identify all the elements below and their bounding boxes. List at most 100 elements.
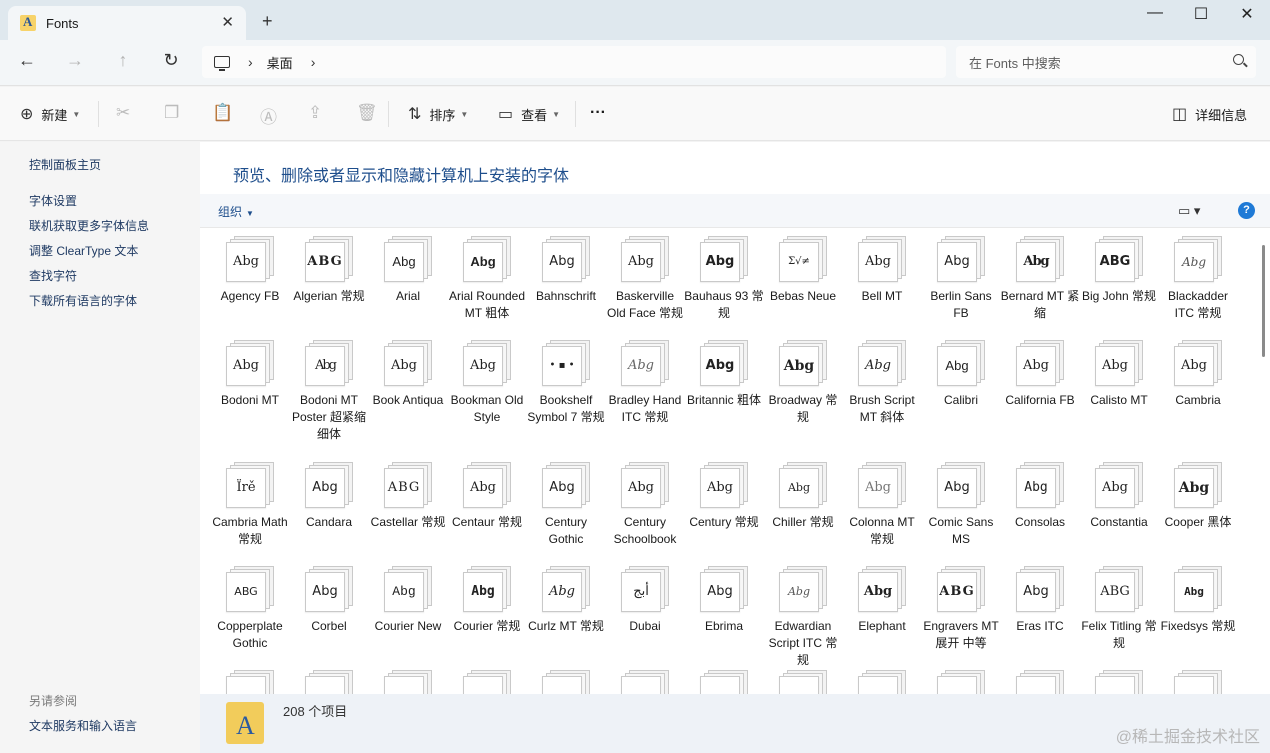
cut-icon[interactable]: ✂ xyxy=(116,103,130,123)
font-item[interactable] xyxy=(289,670,369,694)
font-item[interactable]: Abg Bodoni MT xyxy=(210,340,290,409)
font-item[interactable]: Abg Cooper 黑体 xyxy=(1158,462,1238,531)
font-item[interactable]: Abg Calibri xyxy=(921,340,1001,409)
breadcrumb-separator[interactable]: › xyxy=(248,54,253,70)
change-view-icon[interactable]: ▭ ▾ xyxy=(1178,203,1200,219)
font-item[interactable]: Abg Arial Rounded MT 粗体 xyxy=(447,236,527,322)
font-item[interactable]: Abg Constantia xyxy=(1079,462,1159,531)
share-icon[interactable]: ⇪ xyxy=(308,103,322,123)
font-item[interactable] xyxy=(842,670,922,694)
organize-button[interactable]: 组织 ▼ xyxy=(218,203,254,220)
maximize-button[interactable]: ☐ xyxy=(1178,4,1224,24)
delete-icon[interactable]: 🗑 xyxy=(356,103,378,123)
details-button[interactable]: ◫ 详细信息 xyxy=(1172,104,1247,124)
font-item[interactable]: Abg Bauhaus 93 常规 xyxy=(684,236,764,322)
font-item[interactable] xyxy=(1000,670,1080,694)
font-item[interactable] xyxy=(684,670,764,694)
font-item[interactable]: Abg California FB xyxy=(1000,340,1080,409)
font-item[interactable]: Abg Corbel xyxy=(289,566,369,635)
new-button[interactable]: ⊕ 新建 ▼ xyxy=(20,104,80,124)
font-item[interactable]: Abg Bahnschrift xyxy=(526,236,606,305)
forward-button[interactable]: → xyxy=(63,50,87,71)
font-item[interactable]: Abg Centaur 常规 xyxy=(447,462,527,531)
font-item[interactable] xyxy=(447,670,527,694)
font-item[interactable]: Abg Agency FB xyxy=(210,236,290,305)
sidebar-item-find-character[interactable]: 查找字符 xyxy=(29,267,77,284)
font-item[interactable]: أبج Dubai xyxy=(605,566,685,635)
font-item[interactable]: Abg Ebrima xyxy=(684,566,764,635)
font-item[interactable] xyxy=(921,670,1001,694)
font-item[interactable]: ABG Algerian 常规 xyxy=(289,236,369,305)
font-item[interactable]: ABG Felix Titling 常规 xyxy=(1079,566,1159,652)
font-item[interactable]: Abg Calisto MT xyxy=(1079,340,1159,409)
font-item[interactable]: Abg Bookman Old Style xyxy=(447,340,527,426)
sidebar-item-cleartype[interactable]: 调整 ClearType 文本 xyxy=(29,242,138,259)
font-item[interactable]: ABG Castellar 常规 xyxy=(368,462,448,531)
font-item[interactable]: Abg Cambria xyxy=(1158,340,1238,409)
more-options-button[interactable]: ··· xyxy=(590,104,606,122)
breadcrumb-desktop[interactable]: 桌面 xyxy=(267,53,293,72)
font-item[interactable]: Abg Edwardian Script ITC 常规 xyxy=(763,566,843,669)
font-item[interactable]: Abg Fixedsys 常规 xyxy=(1158,566,1238,635)
font-item[interactable] xyxy=(210,670,290,694)
font-item[interactable] xyxy=(763,670,843,694)
font-item[interactable]: ABG Copperplate Gothic xyxy=(210,566,290,652)
sidebar-item-download-fonts[interactable]: 下载所有语言的字体 xyxy=(29,292,137,309)
sidebar-item-font-settings[interactable]: 字体设置 xyxy=(29,192,77,209)
font-item[interactable]: Abg Broadway 常规 xyxy=(763,340,843,426)
font-item[interactable]: Abg Blackadder ITC 常规 xyxy=(1158,236,1238,322)
font-item[interactable]: Abg Curlz MT 常规 xyxy=(526,566,606,635)
font-item[interactable]: Abg Elephant xyxy=(842,566,922,635)
sidebar-item-text-services[interactable]: 文本服务和输入语言 xyxy=(29,717,137,734)
sidebar-item-online-fonts[interactable]: 联机获取更多字体信息 xyxy=(29,217,149,234)
copy-icon[interactable]: ❐ xyxy=(164,103,179,123)
font-item[interactable]: Abg Century Schoolbook xyxy=(605,462,685,548)
font-item[interactable]: ABG Engravers MT 展开 中等 xyxy=(921,566,1001,652)
font-item[interactable]: Abg Century Gothic xyxy=(526,462,606,548)
up-button[interactable]: ↑ xyxy=(111,50,135,71)
vertical-scrollbar[interactable] xyxy=(1262,245,1265,357)
font-item[interactable]: Abg Bernard MT 紧缩 xyxy=(1000,236,1080,322)
font-item[interactable]: Abg Courier 常规 xyxy=(447,566,527,635)
font-item[interactable] xyxy=(1158,670,1238,694)
search-icon[interactable] xyxy=(1233,54,1244,65)
breadcrumb-separator[interactable]: › xyxy=(311,54,316,70)
close-button[interactable]: ✕ xyxy=(1224,4,1270,24)
font-item[interactable]: Ïrě Cambria Math 常规 xyxy=(210,462,290,548)
font-item[interactable]: Abg Century 常规 xyxy=(684,462,764,531)
font-item[interactable]: Abg Britannic 粗体 xyxy=(684,340,764,409)
font-item[interactable]: Abg Brush Script MT 斜体 xyxy=(842,340,922,426)
font-item[interactable]: • ▪ • Bookshelf Symbol 7 常规 xyxy=(526,340,606,426)
font-item[interactable]: Abg Consolas xyxy=(1000,462,1080,531)
font-item[interactable]: Abg Book Antiqua xyxy=(368,340,448,409)
rename-icon[interactable]: Ⓐ xyxy=(260,103,277,128)
font-item[interactable] xyxy=(605,670,685,694)
address-bar[interactable]: › 桌面 › xyxy=(202,46,946,78)
font-item[interactable]: Abg Chiller 常规 xyxy=(763,462,843,531)
font-item[interactable]: Abg Baskerville Old Face 常规 xyxy=(605,236,685,322)
font-item[interactable] xyxy=(1079,670,1159,694)
font-item[interactable]: Abg Arial xyxy=(368,236,448,305)
computer-icon[interactable] xyxy=(214,56,230,71)
font-item[interactable]: Abg Berlin Sans FB xyxy=(921,236,1001,322)
font-item[interactable]: Abg Candara xyxy=(289,462,369,531)
back-button[interactable]: ← xyxy=(15,50,39,71)
font-item[interactable]: Abg Colonna MT 常规 xyxy=(842,462,922,548)
sidebar-item-home[interactable]: 控制面板主页 xyxy=(29,156,101,173)
font-item[interactable]: Abg Courier New xyxy=(368,566,448,635)
tab-close-icon[interactable]: ✕ xyxy=(221,13,234,31)
tab-fonts[interactable]: A Fonts ✕ xyxy=(8,6,246,40)
font-item[interactable] xyxy=(368,670,448,694)
sort-button[interactable]: ⇅ 排序 ▼ xyxy=(408,104,468,124)
font-item[interactable]: Σ√≠ Bebas Neue xyxy=(763,236,843,305)
paste-icon[interactable]: 📋 xyxy=(212,103,233,123)
font-item[interactable]: ABG Big John 常规 xyxy=(1079,236,1159,305)
view-button[interactable]: ▭ 查看 ▼ xyxy=(498,104,560,124)
search-input[interactable]: 在 Fonts 中搜索 xyxy=(956,46,1256,78)
help-icon[interactable]: ? xyxy=(1238,202,1255,219)
font-item[interactable]: Abg Comic Sans MS xyxy=(921,462,1001,548)
minimize-button[interactable]: — xyxy=(1132,4,1178,22)
new-tab-button[interactable]: + xyxy=(262,11,273,32)
font-item[interactable]: Abg Bell MT xyxy=(842,236,922,305)
font-item[interactable]: Abg Eras ITC xyxy=(1000,566,1080,635)
